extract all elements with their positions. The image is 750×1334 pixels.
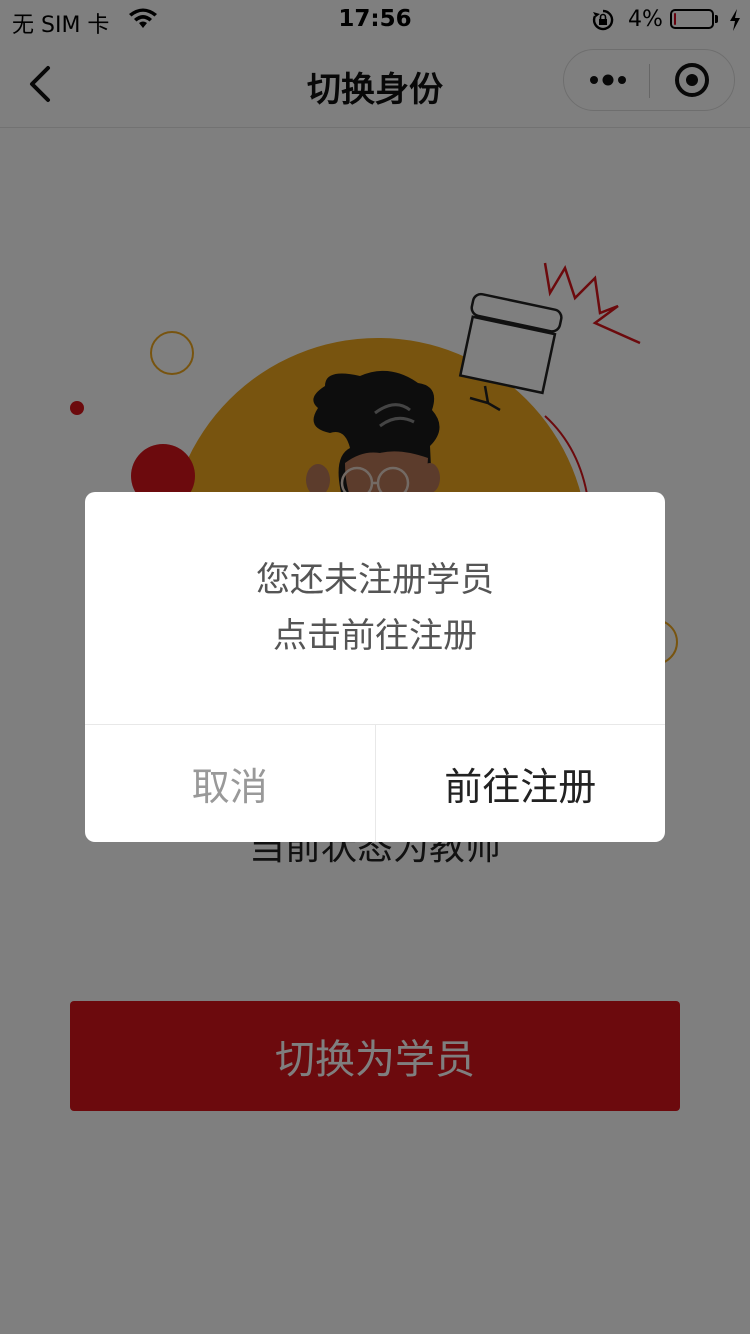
dialog-footer: 取消 前往注册 [85,724,665,842]
register-dialog: 您还未注册学员 点击前往注册 取消 前往注册 [85,492,665,842]
dialog-message-line-2: 点击前往注册 [273,616,477,656]
cancel-button[interactable]: 取消 [85,725,376,842]
dialog-message: 您还未注册学员 点击前往注册 [85,492,665,724]
go-register-button[interactable]: 前往注册 [376,725,666,842]
screen: 无 SIM 卡 17:56 4% 切换身份 [0,0,750,1334]
dialog-message-line-1: 您还未注册学员 [256,560,494,600]
